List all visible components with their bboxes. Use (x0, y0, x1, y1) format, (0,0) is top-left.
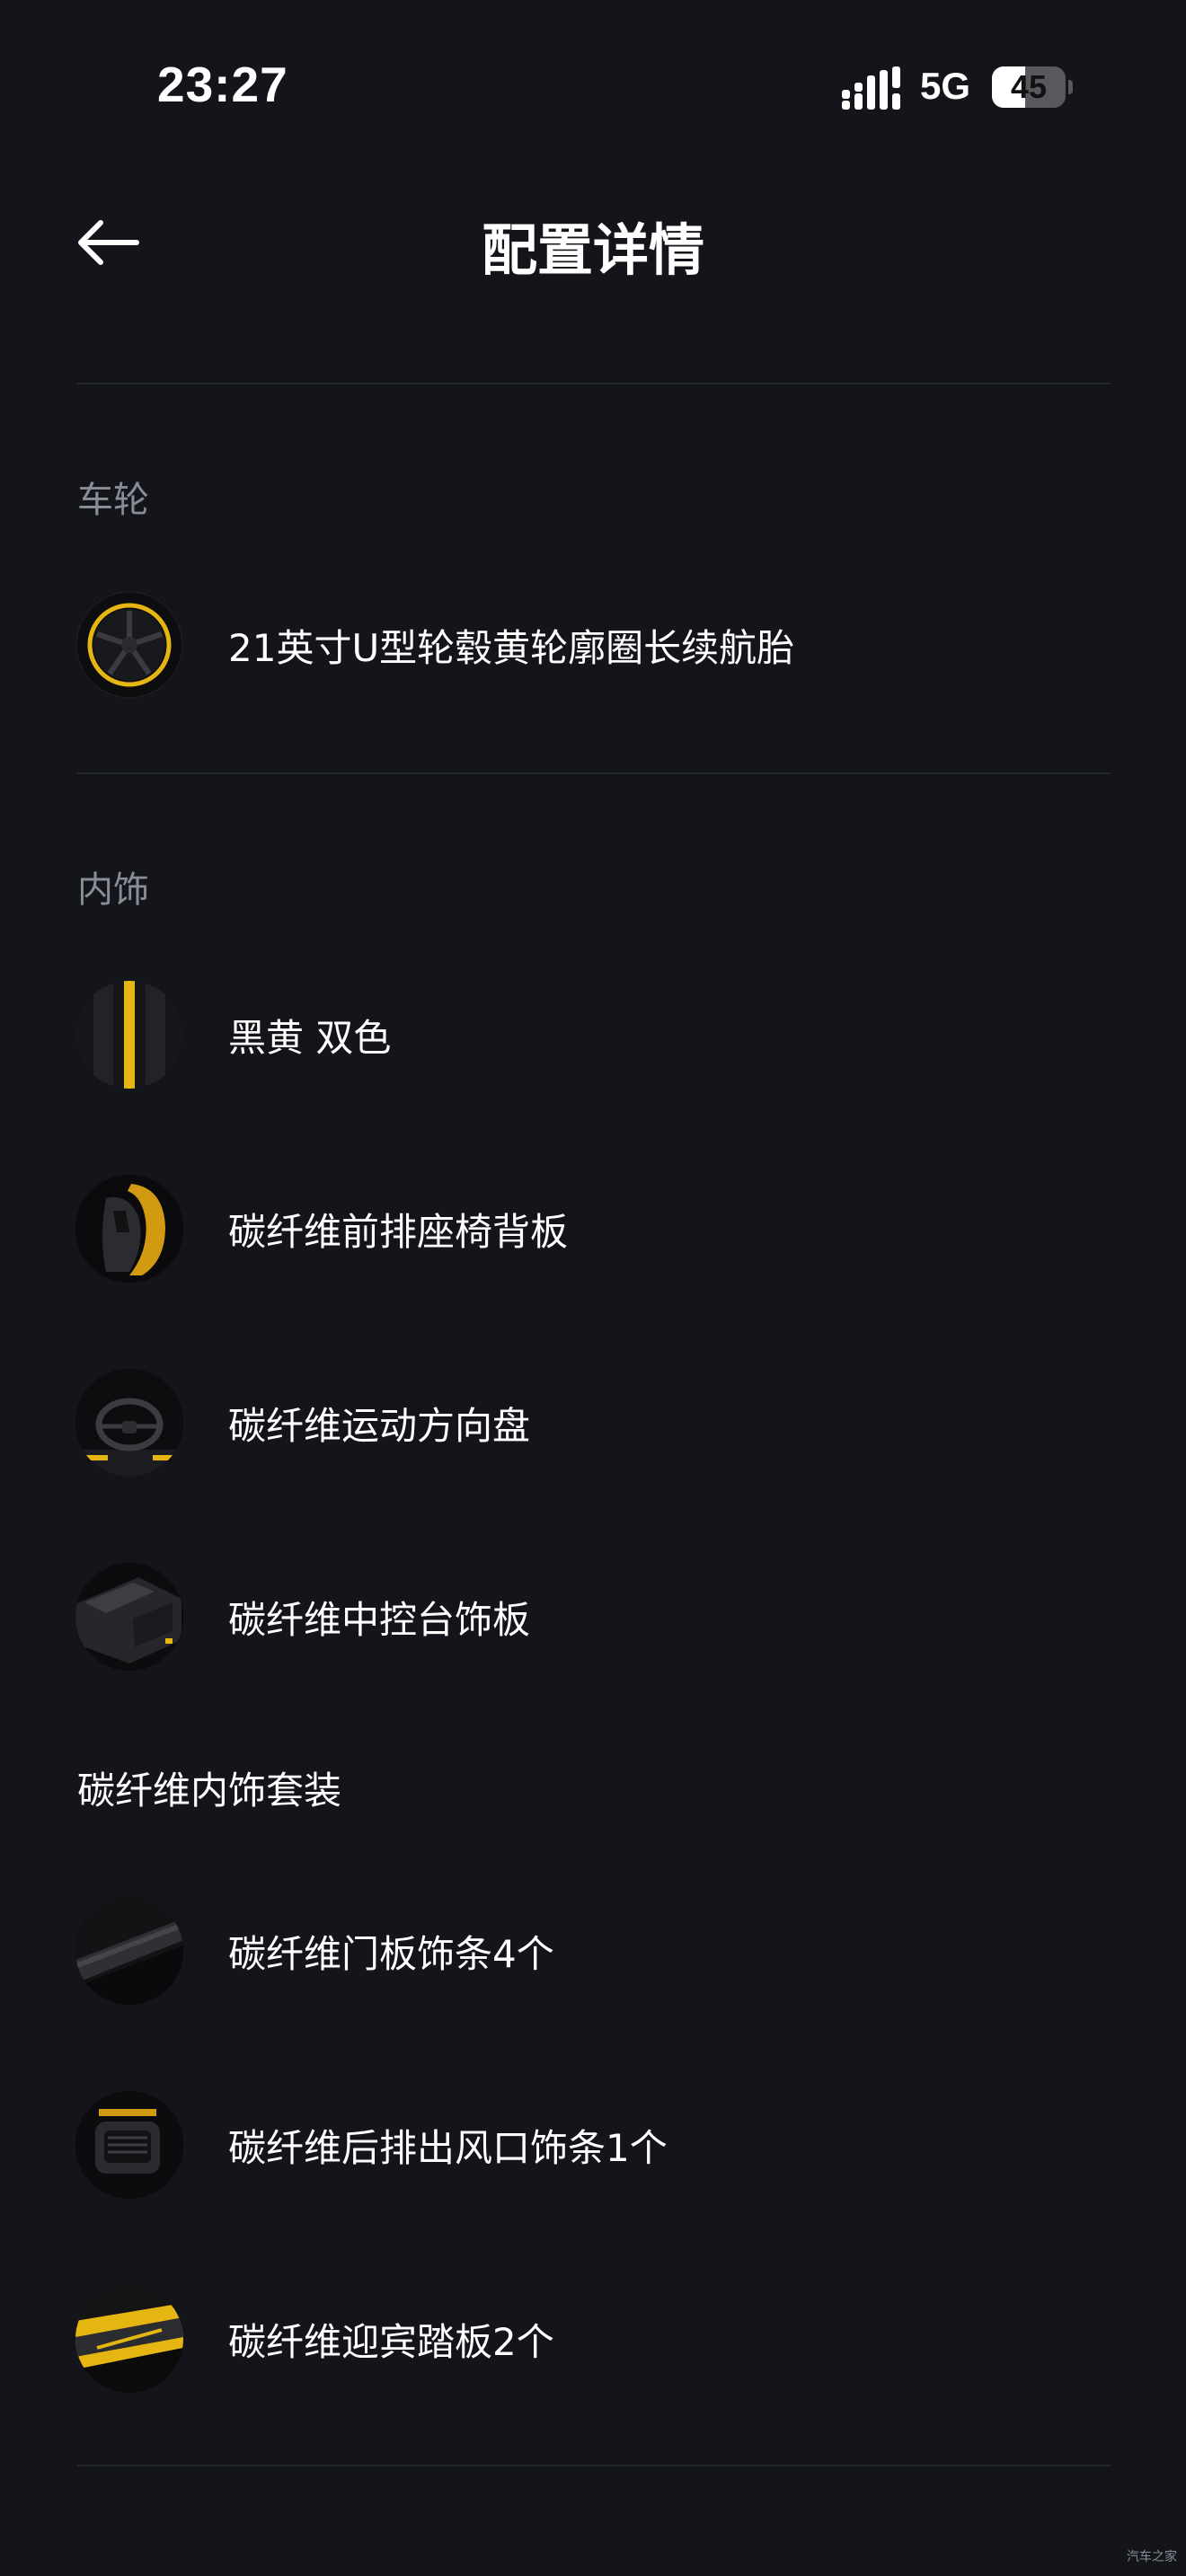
list-item-two-tone[interactable]: 黑黄 双色 (75, 979, 1109, 1090)
door-trim-thumbnail-icon (75, 1897, 183, 2005)
sill-plate-thumbnail-icon (75, 2285, 183, 2393)
item-label: 碳纤维中控台饰板 (228, 1597, 531, 1642)
status-time: 23:27 (157, 57, 288, 112)
battery-level: 45 (1010, 68, 1048, 105)
battery-icon: 45 (992, 66, 1073, 108)
section-label-interior: 内饰 (77, 869, 149, 911)
footer-divider (77, 2465, 1111, 2466)
wheel-thumbnail-icon (75, 591, 183, 699)
section-divider (77, 772, 1111, 774)
status-bar: 23:27 5G 45 (0, 0, 1186, 171)
list-item-seat-back[interactable]: 碳纤维前排座椅背板 (75, 1173, 1109, 1284)
page-title: 配置详情 (481, 217, 704, 283)
list-item-steering-wheel[interactable]: 碳纤维运动方向盘 (75, 1367, 1109, 1478)
item-label: 碳纤维运动方向盘 (228, 1403, 531, 1448)
section-label-wheels: 车轮 (77, 480, 149, 521)
item-label: 碳纤维门板饰条4个 (228, 1931, 554, 1976)
black-yellow-trim-thumbnail-icon (75, 981, 183, 1089)
watermark: 汽车之家 (1127, 2550, 1177, 2564)
steering-wheel-thumbnail-icon (75, 1369, 183, 1477)
group-label-carbon-package: 碳纤维内饰套装 (77, 1769, 342, 1813)
item-label: 碳纤维前排座椅背板 (228, 1209, 569, 1254)
cellular-signal-icon (842, 66, 900, 110)
list-item-door-trim[interactable]: 碳纤维门板饰条4个 (75, 1895, 1109, 2007)
network-type: 5G (920, 65, 971, 107)
item-label: 碳纤维后排出风口饰条1个 (228, 2125, 668, 2170)
rear-vent-thumbnail-icon (75, 2091, 183, 2199)
item-label: 黑黄 双色 (228, 1015, 392, 1060)
list-item-sill-plate[interactable]: 碳纤维迎宾踏板2个 (75, 2283, 1109, 2395)
list-item-console-trim[interactable]: 碳纤维中控台饰板 (75, 1561, 1109, 1672)
header-divider (77, 383, 1111, 384)
seat-back-thumbnail-icon (75, 1175, 183, 1283)
item-label: 21英寸U型轮毂黄轮廓圈长续航胎 (228, 625, 795, 670)
item-label: 碳纤维迎宾踏板2个 (228, 2319, 554, 2364)
list-item-wheel[interactable]: 21英寸U型轮毂黄轮廓圈长续航胎 (75, 589, 1109, 701)
list-item-rear-vent[interactable]: 碳纤维后排出风口饰条1个 (75, 2089, 1109, 2201)
console-trim-thumbnail-icon (75, 1563, 183, 1671)
